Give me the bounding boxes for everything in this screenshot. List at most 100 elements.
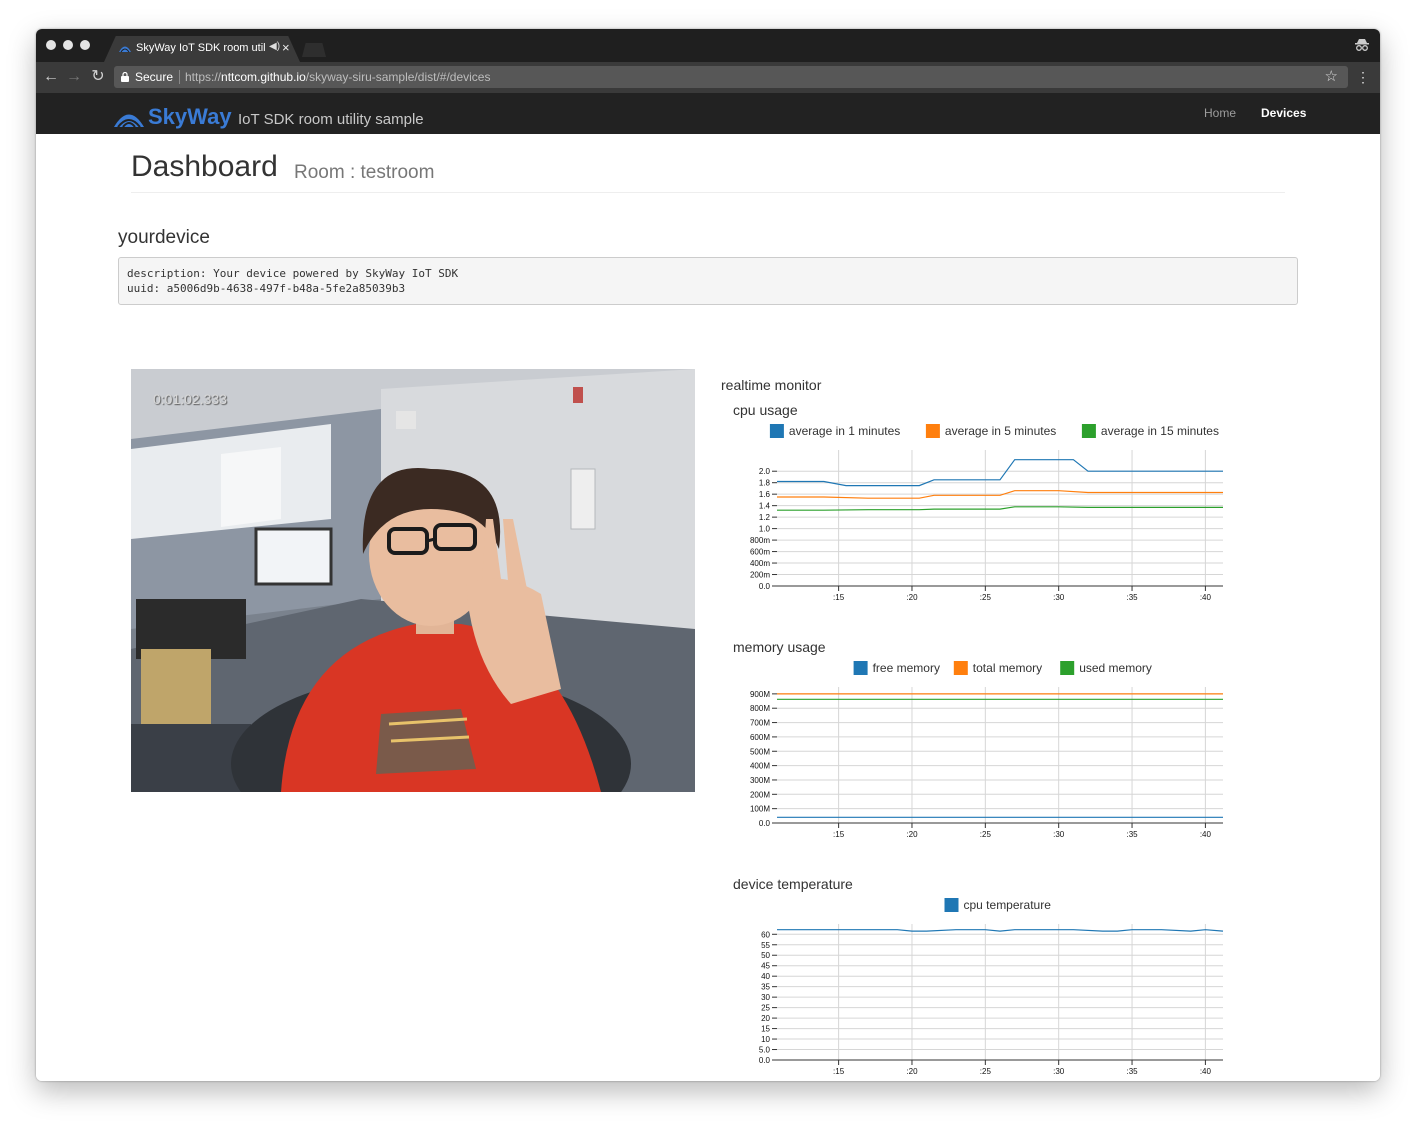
x-tick-label: :25 <box>980 1067 992 1076</box>
lock-icon <box>121 72 129 82</box>
legend-swatch <box>853 661 868 675</box>
omnibox-separator <box>179 70 180 84</box>
y-tick-label: 1.2 <box>759 513 771 522</box>
y-tick-label: 800M <box>750 704 770 713</box>
y-tick-label: 5.0 <box>759 1046 771 1055</box>
memory-usage-plot: free memory total memory used memory 0.0 100… <box>750 661 1223 839</box>
device-info-block: description: Your device powered by SkyW… <box>118 257 1298 305</box>
x-tick-label: :25 <box>980 593 992 602</box>
brand-subtitle: IoT SDK room utility sample <box>238 111 424 128</box>
nav-link-devices[interactable]: Devices <box>1261 106 1306 120</box>
legend-label: cpu temperature <box>964 898 1052 912</box>
y-tick-label: 60 <box>761 930 770 939</box>
y-tick-label: 600M <box>750 733 770 742</box>
y-tick-label: 0.0 <box>759 1056 771 1065</box>
y-tick-label: 400m <box>750 559 770 568</box>
page-header: Dashboard Room : testroom <box>131 150 1285 193</box>
skyway-logo-icon[interactable] <box>113 108 145 128</box>
minimize-window-button[interactable] <box>63 40 73 50</box>
tab-strip: SkyWay IoT SDK room utility sample ◀) × <box>36 29 1380 62</box>
x-tick-label: :15 <box>833 593 845 602</box>
page-title: Dashboard <box>131 150 278 183</box>
tab-title: SkyWay IoT SDK room utility sample <box>136 42 266 54</box>
y-tick-label: 600m <box>750 548 770 557</box>
url-scheme: https:// <box>185 70 222 84</box>
device-video-stream[interactable]: 0:01:02.333 <box>131 369 695 792</box>
legend-swatch <box>1060 661 1075 675</box>
brand-name[interactable]: SkyWay <box>148 104 232 130</box>
cpu-usage-title: cpu usage <box>733 402 798 418</box>
y-tick-label: 1.8 <box>759 479 771 488</box>
y-tick-label: 400M <box>750 762 770 771</box>
y-tick-label: 900M <box>750 690 770 699</box>
close-window-button[interactable] <box>46 40 56 50</box>
x-tick-label: :30 <box>1053 1067 1065 1076</box>
y-tick-label: 25 <box>761 1004 770 1013</box>
cpu-usage-plot: average in 1 minutes average in 5 minutes… <box>750 424 1223 602</box>
series-line <box>777 929 1224 932</box>
y-tick-label: 55 <box>761 941 770 950</box>
legend-label: free memory <box>873 661 940 675</box>
device-name-heading: yourdevice <box>118 227 210 248</box>
series-line <box>777 459 1223 487</box>
x-tick-label: :20 <box>906 593 918 602</box>
browser-tab[interactable]: SkyWay IoT SDK room utility sample ◀) × <box>104 36 300 62</box>
secure-label[interactable]: Secure <box>135 70 173 84</box>
skyway-favicon-icon <box>119 46 131 53</box>
y-tick-label: 200m <box>750 571 770 580</box>
video-timecode: 0:01:02.333 <box>153 391 227 407</box>
legend-label: total memory <box>973 661 1042 675</box>
legend-label: average in 15 minutes <box>1101 424 1219 438</box>
y-tick-label: 0.0 <box>759 819 771 828</box>
zoom-window-button[interactable] <box>80 40 90 50</box>
address-bar[interactable]: Secure https://nttcom.github.io/skyway-s… <box>114 66 1348 88</box>
browser-toolbar: ← → ↻ Secure https://nttcom.github.io/sk… <box>36 62 1380 93</box>
main-content: Dashboard Room : testroom yourdevice des… <box>36 134 1380 1081</box>
y-tick-label: 1.4 <box>759 502 771 511</box>
y-tick-label: 15 <box>761 1025 770 1034</box>
y-tick-label: 20 <box>761 1014 770 1023</box>
browser-menu-icon[interactable]: ⋮ <box>1356 66 1370 88</box>
forward-arrow-icon[interactable]: → <box>65 67 83 87</box>
y-tick-label: 700M <box>750 719 770 728</box>
y-tick-label: 0.0 <box>759 582 771 591</box>
legend-swatch <box>769 424 784 438</box>
x-tick-label: :40 <box>1200 1067 1212 1076</box>
y-tick-label: 40 <box>761 972 770 981</box>
audio-playing-icon[interactable]: ◀) <box>269 41 280 52</box>
y-tick-label: 1.6 <box>759 490 771 499</box>
x-tick-label: :25 <box>980 830 992 839</box>
x-tick-label: :15 <box>833 830 845 839</box>
legend-label: used memory <box>1079 661 1152 675</box>
close-tab-icon[interactable]: × <box>282 40 290 56</box>
x-tick-label: :30 <box>1053 830 1065 839</box>
incognito-icon[interactable] <box>1354 37 1370 53</box>
device-temperature-title: device temperature <box>733 876 853 892</box>
realtime-monitor-heading: realtime monitor <box>721 377 822 393</box>
y-tick-label: 45 <box>761 962 770 971</box>
x-tick-label: :40 <box>1200 830 1212 839</box>
site-navbar: SkyWay IoT SDK room utility sample Home … <box>36 93 1380 134</box>
x-tick-label: :35 <box>1126 1067 1138 1076</box>
y-tick-label: 1.0 <box>759 525 771 534</box>
new-tab-button[interactable] <box>302 43 326 57</box>
y-tick-label: 500M <box>750 747 770 756</box>
room-subtitle: Room : testroom <box>294 162 435 183</box>
video-frame <box>131 369 695 792</box>
y-tick-label: 50 <box>761 951 770 960</box>
x-tick-label: :20 <box>906 830 918 839</box>
nav-link-home[interactable]: Home <box>1204 106 1236 120</box>
y-tick-label: 2.0 <box>759 467 771 476</box>
bookmark-star-icon[interactable]: ☆ <box>1325 67 1338 85</box>
url-path: /skyway-siru-sample/dist/#/devices <box>305 70 491 84</box>
legend-swatch <box>925 424 940 438</box>
x-tick-label: :30 <box>1053 593 1065 602</box>
memory-usage-chart: memory usage free memory total memory used… <box>733 639 1243 839</box>
legend-label: average in 5 minutes <box>945 424 1056 438</box>
y-tick-label: 10 <box>761 1035 770 1044</box>
device-temperature-plot: cpu temperature 0.05.0 1015 2025 3035 4045 505… <box>759 898 1224 1076</box>
url-text[interactable]: https://nttcom.github.io/skyway-siru-sam… <box>185 70 490 84</box>
back-arrow-icon[interactable]: ← <box>42 67 60 87</box>
x-tick-label: :40 <box>1200 593 1212 602</box>
reload-icon[interactable]: ↻ <box>89 67 107 87</box>
